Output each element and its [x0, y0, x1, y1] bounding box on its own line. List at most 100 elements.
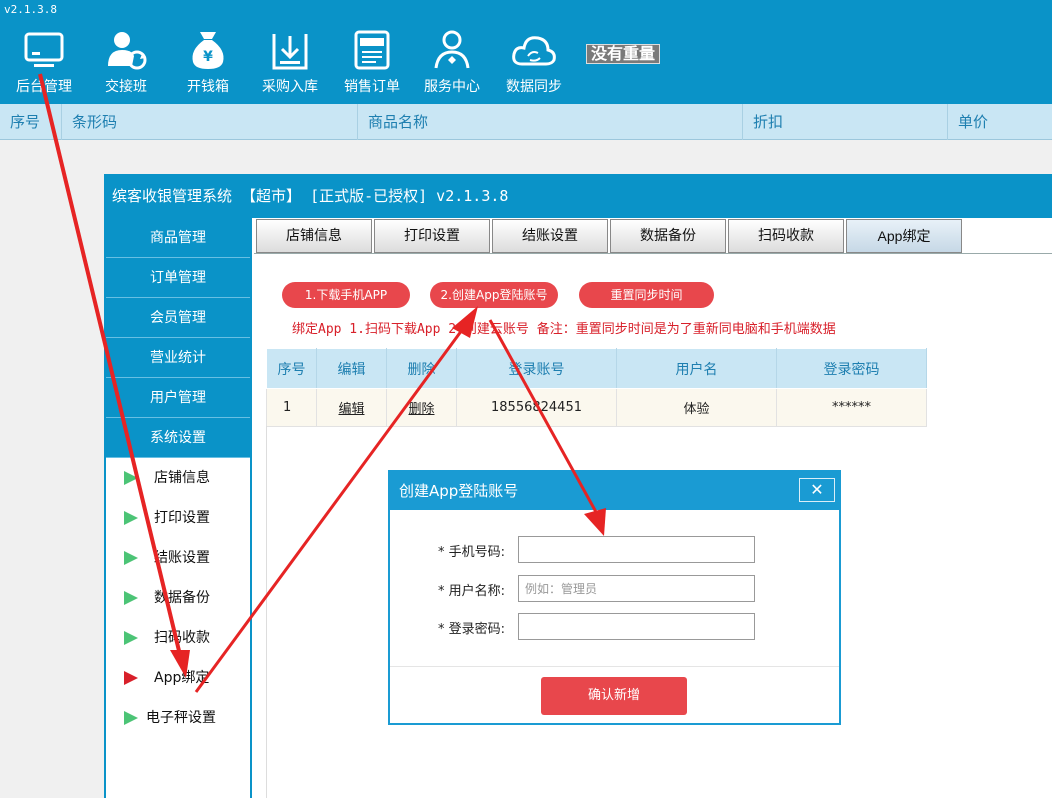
toolbar-label: 销售订单	[344, 79, 400, 95]
toolbar-button-sales-orders[interactable]: 销售订单	[332, 28, 412, 96]
sidebar-menu-orders[interactable]: 订单管理	[106, 258, 250, 298]
sidebar-item-label: 数据备份	[154, 590, 210, 606]
sidebar-item-label: 电子秤设置	[146, 710, 216, 726]
password-row: * 登录密码:	[390, 613, 839, 641]
column-header-account: 登录账号	[456, 348, 617, 389]
toolbar-label: 服务中心	[424, 79, 480, 95]
play-arrow-icon	[124, 711, 138, 725]
column-header-product-name: 商品名称	[358, 104, 743, 140]
product-table-header: 序号 条形码 商品名称 折扣 单价	[0, 104, 1052, 140]
tab-data-backup[interactable]: 数据备份	[610, 219, 726, 253]
reset-sync-time-button[interactable]: 重置同步时间	[579, 282, 714, 308]
close-icon[interactable]: ✕	[799, 478, 835, 502]
sidebar-menu-system-settings[interactable]: 系统设置	[106, 418, 250, 458]
service-person-icon	[434, 30, 470, 69]
sidebar-item-store-info[interactable]: 店铺信息	[106, 458, 250, 498]
play-arrow-icon	[124, 631, 138, 645]
toolbar-label: 开钱箱	[187, 79, 229, 95]
create-app-account-button[interactable]: 2.创建App登陆账号	[430, 282, 558, 308]
sidebar-item-scale-settings[interactable]: 电子秤设置	[106, 698, 250, 738]
toolbar-button-data-sync[interactable]: 数据同步	[494, 28, 574, 96]
sidebar-menu-members[interactable]: 会员管理	[106, 298, 250, 338]
binding-instructions: 绑定App 1.扫码下载App 2.创建云账号 备注：重置同步时间是为了重新同电…	[292, 318, 836, 337]
password-label: * 登录密码:	[437, 622, 505, 637]
column-header-password: 登录密码	[776, 348, 927, 389]
tab-print-settings[interactable]: 打印设置	[374, 219, 490, 253]
download-app-button[interactable]: 1.下载手机APP	[282, 282, 410, 308]
sidebar: 商品管理 订单管理 会员管理 营业统计 用户管理 系统设置 店铺信息 打印设置 …	[106, 218, 252, 798]
column-header-discount: 折扣	[743, 104, 948, 140]
table-row[interactable]: 1 编辑 删除 18556824451 体验 ******	[266, 388, 927, 427]
toolbar-button-purchase[interactable]: 采购入库	[250, 28, 330, 96]
cell-index: 1	[266, 388, 317, 427]
column-header-delete: 删除	[386, 348, 457, 389]
dialog-divider	[390, 666, 839, 667]
username-row: * 用户名称:	[390, 575, 839, 603]
play-arrow-icon	[124, 591, 138, 605]
tab-app-binding[interactable]: App绑定	[846, 219, 962, 253]
column-header-edit: 编辑	[316, 348, 387, 389]
toolbar-button-backend[interactable]: 后台管理	[4, 28, 84, 96]
binding-remark: 备注：重置同步时间是为了重新同电脑和手机端数据	[536, 322, 836, 337]
username-label: * 用户名称:	[437, 584, 505, 599]
sidebar-item-scan-payment[interactable]: 扫码收款	[106, 618, 250, 658]
column-header-unit-price: 单价	[958, 113, 989, 131]
download-box-icon	[272, 34, 308, 70]
binding-steps: 绑定App 1.扫码下载App 2.创建云账号	[292, 322, 529, 337]
toolbar-label: 数据同步	[506, 79, 562, 95]
column-header-barcode: 条形码	[62, 104, 358, 140]
sidebar-item-print-settings[interactable]: 打印设置	[106, 498, 250, 538]
play-arrow-icon	[124, 471, 138, 485]
toolbar-label: 交接班	[105, 79, 147, 95]
app-version: v2.1.3.8	[4, 3, 57, 16]
tab-store-info[interactable]: 店铺信息	[256, 219, 372, 253]
sidebar-item-label: 店铺信息	[154, 470, 210, 486]
sidebar-item-label: App绑定	[154, 670, 210, 686]
sidebar-menu-users[interactable]: 用户管理	[106, 378, 250, 418]
cell-password: ******	[776, 388, 927, 427]
toolbar-button-cashbox[interactable]: ¥ 开钱箱	[168, 28, 248, 96]
sidebar-item-checkout-settings[interactable]: 结账设置	[106, 538, 250, 578]
cell-account: 18556824451	[456, 388, 617, 427]
tab-scan-payment[interactable]: 扫码收款	[728, 219, 844, 253]
phone-label: * 手机号码:	[437, 545, 505, 560]
password-input[interactable]	[518, 613, 755, 640]
monitor-icon	[24, 32, 64, 67]
main-toolbar: v2.1.3.8 后台管理 交接班 ¥ 开钱箱 采购入库 销售订单 服务中心 数…	[0, 0, 1052, 104]
confirm-add-button[interactable]: 确认新增	[541, 677, 687, 715]
sidebar-item-data-backup[interactable]: 数据备份	[106, 578, 250, 618]
money-bag-icon: ¥	[192, 32, 224, 69]
toolbar-label: 后台管理	[16, 79, 72, 95]
sidebar-item-label: 打印设置	[154, 510, 210, 526]
phone-input[interactable]	[518, 536, 755, 563]
sidebar-item-app-binding[interactable]: App绑定	[106, 658, 250, 698]
weight-display: 没有重量	[586, 44, 661, 64]
sidebar-item-label: 结账设置	[154, 550, 210, 566]
toolbar-button-shift[interactable]: 交接班	[86, 28, 166, 96]
user-sync-icon	[108, 32, 147, 70]
sidebar-menu-products[interactable]: 商品管理	[106, 218, 250, 258]
delete-link[interactable]: 删除	[386, 388, 457, 427]
create-account-dialog: 创建App登陆账号 ✕ * 手机号码: * 用户名称: * 登录密码: 确认新增	[388, 470, 841, 725]
username-input[interactable]	[518, 575, 755, 602]
cloud-sync-icon	[512, 36, 556, 66]
svg-text:¥: ¥	[203, 49, 213, 65]
window-title: 缤客收银管理系统 【超市】 [正式版-已授权] v2.1.3.8	[106, 174, 1052, 218]
toolbar-button-service[interactable]: 服务中心	[412, 28, 492, 96]
column-header-index: 序号	[266, 348, 317, 389]
edit-link[interactable]: 编辑	[316, 388, 387, 427]
order-list-icon	[354, 30, 390, 70]
cell-username: 体验	[616, 388, 777, 427]
tab-checkout-settings[interactable]: 结账设置	[492, 219, 608, 253]
content-divider	[266, 426, 267, 798]
phone-row: * 手机号码:	[390, 536, 839, 564]
column-header-username: 用户名	[616, 348, 777, 389]
settings-tabs: 店铺信息 打印设置 结账设置 数据备份 扫码收款 App绑定	[254, 218, 1052, 254]
app-accounts-table: 序号 编辑 删除 登录账号 用户名 登录密码 1 编辑 删除 185568244…	[266, 348, 927, 427]
dialog-title: 创建App登陆账号	[390, 472, 839, 510]
play-arrow-icon	[124, 551, 138, 565]
column-header-index: 序号	[0, 104, 62, 140]
toolbar-label: 采购入库	[262, 79, 318, 95]
sidebar-menu-statistics[interactable]: 营业统计	[106, 338, 250, 378]
play-arrow-icon	[124, 511, 138, 525]
